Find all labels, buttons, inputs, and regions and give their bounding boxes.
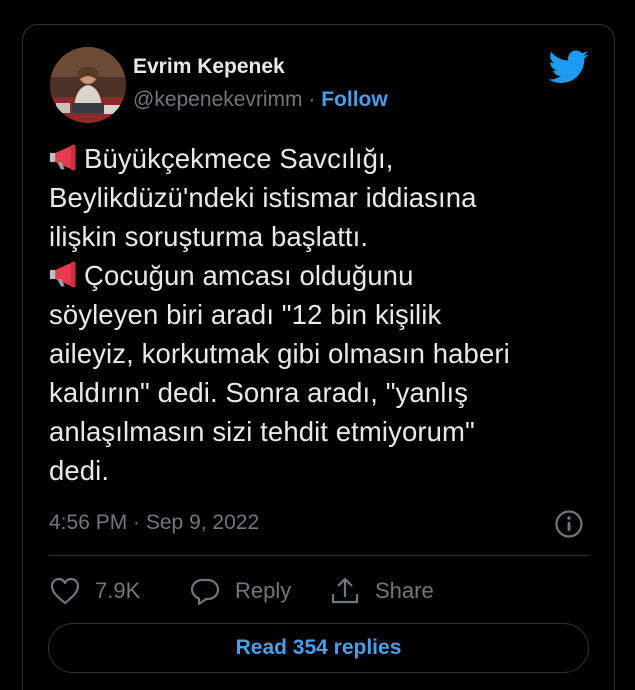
twitter-bird-icon[interactable] <box>549 49 589 85</box>
divider <box>49 555 589 556</box>
tweet-timestamp[interactable]: 4:56 PM · Sep 9, 2022 <box>49 511 259 535</box>
author-name[interactable]: Evrim Kepenek <box>133 55 285 79</box>
like-count: 7.9K <box>95 578 141 603</box>
tweet-line: ilişkin soruşturma başlattı. <box>49 221 369 252</box>
megaphone-icon <box>49 144 76 171</box>
reply-label: Reply <box>235 578 292 603</box>
megaphone-icon <box>49 261 76 288</box>
tweet-card: Evrim Kepenek @kepenekevrimm · Follow Bü… <box>22 24 615 690</box>
share-icon <box>331 577 359 604</box>
tweet-actions: 7.9K Reply Share <box>49 571 434 611</box>
share-label: Share <box>375 578 434 603</box>
author-handle[interactable]: @kepenekevrimm <box>133 88 303 111</box>
share-button[interactable]: Share <box>329 576 434 606</box>
author-handle-row: @kepenekevrimm · Follow <box>133 88 388 112</box>
tweet-line: Büyükçekmece Savcılığı, <box>49 139 599 178</box>
follow-button[interactable]: Follow <box>321 88 388 111</box>
tweet-line: anlaşılmasın sizi tehdit etmiyorum" <box>49 416 475 447</box>
read-replies-button[interactable]: Read 354 replies <box>48 623 589 673</box>
tweet-line: söyleyen biri aradı "12 bin kişilik <box>49 299 442 330</box>
tweet-line: dedi. <box>49 455 110 486</box>
handle-separator: · <box>308 88 316 111</box>
tweet-text: Büyükçekmece Savcılığı, Beylikdüzü'ndeki… <box>49 139 599 490</box>
info-icon[interactable] <box>554 509 584 539</box>
avatar[interactable] <box>50 47 126 123</box>
tweet-line: kaldırın" dedi. Sonra aradı, "yanlış <box>49 377 469 408</box>
like-button[interactable]: 7.9K <box>49 576 189 606</box>
reply-button[interactable]: Reply <box>189 576 329 606</box>
heart-icon <box>50 577 80 605</box>
tweet-line: aileyiz, korkutmak gibi olmasın haberi <box>49 338 510 369</box>
tweet-line: Çocuğun amcası olduğunu <box>49 256 599 295</box>
tweet-line: Beylikdüzü'ndeki istismar iddiasına <box>49 182 477 213</box>
reply-icon <box>190 578 220 606</box>
